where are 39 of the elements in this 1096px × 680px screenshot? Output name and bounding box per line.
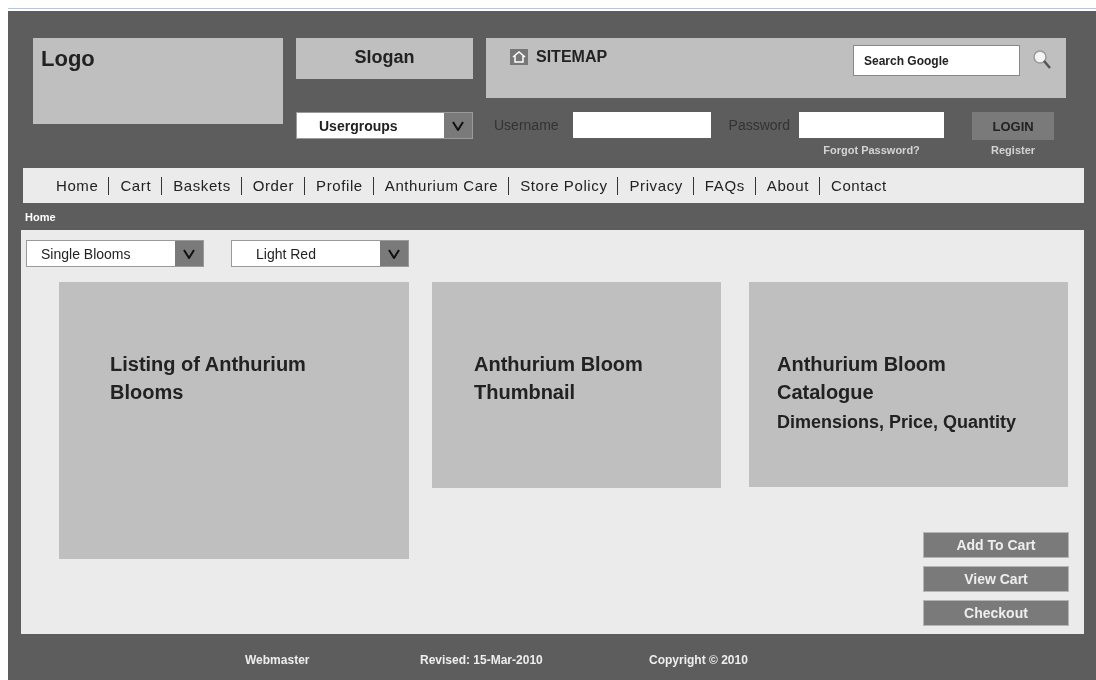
action-button[interactable]: Add To Cart xyxy=(923,532,1069,558)
nav-link[interactable]: Order xyxy=(252,177,295,194)
nav-link[interactable]: Baskets xyxy=(173,177,231,194)
nav-link[interactable]: Contact xyxy=(831,177,887,194)
placeholder-title: Anthurium Bloom Catalogue xyxy=(777,352,947,405)
nav-link[interactable]: Home xyxy=(56,177,99,194)
home-icon[interactable] xyxy=(510,49,528,65)
nav-link[interactable]: FAQs xyxy=(704,177,745,194)
filter-dropdown[interactable]: Single Blooms xyxy=(26,240,204,267)
filter-dropdown[interactable]: Light Red xyxy=(231,240,409,267)
logo-text: Logo xyxy=(41,46,95,71)
usergroups-dropdown[interactable]: Usergroups xyxy=(296,112,473,139)
login-button[interactable]: LOGIN xyxy=(972,112,1055,140)
placeholder-title: Anthurium Bloom Thumbnail xyxy=(474,352,644,405)
placeholder-subtitle: Dimensions, Price, Quantity xyxy=(777,412,1018,433)
username-field[interactable] xyxy=(572,112,711,138)
footer-text: Revised: 15-Mar-2010 xyxy=(420,653,544,667)
chevron-down-icon xyxy=(388,248,400,259)
footer-text: Copyright © 2010 xyxy=(649,653,749,667)
placeholder-title: Listing of Anthurium Blooms xyxy=(110,352,307,405)
register-link[interactable]: Register xyxy=(991,144,1036,156)
slogan-text: Slogan xyxy=(354,47,415,67)
nav-link[interactable]: Anthurium Care xyxy=(384,177,499,194)
sitemap-link[interactable]: SITEMAP xyxy=(536,48,608,66)
password-field[interactable] xyxy=(799,112,945,138)
action-button[interactable]: Checkout xyxy=(923,600,1069,626)
chevron-down-icon xyxy=(452,120,464,131)
nav-link[interactable]: Profile xyxy=(316,177,363,194)
nav-link[interactable]: About xyxy=(766,177,809,194)
search-field[interactable]: Search Google xyxy=(853,45,1020,76)
breadcrumb[interactable]: Home xyxy=(25,211,1096,230)
nav-link[interactable]: Privacy xyxy=(629,177,683,194)
forgot-password-link[interactable]: Forgot Password? xyxy=(823,144,920,156)
action-button[interactable]: View Cart xyxy=(923,566,1069,592)
nav-link[interactable]: Cart xyxy=(120,177,152,194)
search-icon[interactable] xyxy=(1032,49,1052,71)
nav-link[interactable]: Store Policy xyxy=(520,177,608,194)
chevron-down-icon xyxy=(183,248,195,259)
footer-text[interactable]: Webmaster xyxy=(245,653,420,667)
